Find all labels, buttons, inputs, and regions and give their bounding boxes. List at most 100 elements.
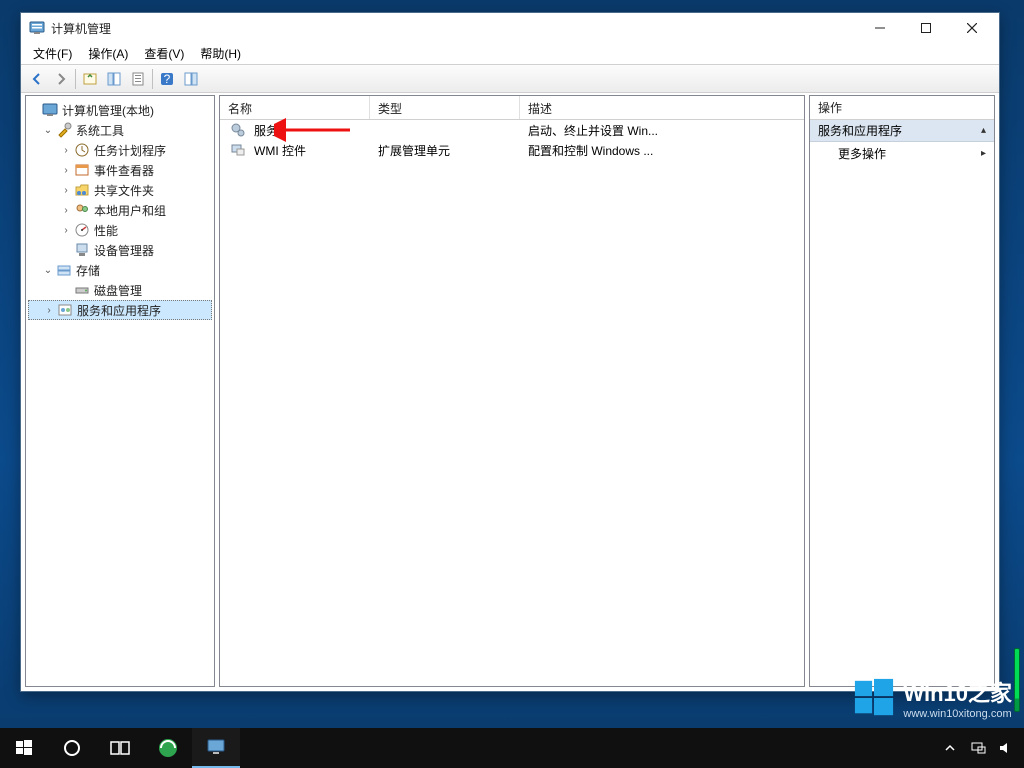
window-controls [857,13,995,43]
properties-button[interactable] [126,68,150,90]
volume-indicator [1014,648,1020,712]
tree-label: 服务和应用程序 [77,302,161,319]
list-item-wmi-control[interactable]: WMI 控件 扩展管理单元 配置和控制 Windows ... [220,140,804,160]
expand-icon[interactable]: › [60,185,72,196]
actions-item-label: 更多操作 [838,145,886,162]
tree-storage[interactable]: ⌄ 存储 [28,260,212,280]
toolbar-separator [75,69,76,89]
menu-view[interactable]: 查看(V) [136,43,192,64]
actions-pane-header: 操作 [810,96,994,120]
taskbar [0,728,1024,768]
show-hide-tree-button[interactable] [102,68,126,90]
event-viewer-icon [74,162,90,178]
expand-icon[interactable]: › [60,165,72,176]
tree-label: 任务计划程序 [94,142,166,159]
tree-system-tools[interactable]: ⌄ 系统工具 [28,120,212,140]
tree-disk-management[interactable]: 磁盘管理 [28,280,212,300]
details-list-pane: 名称 类型 描述 服务 启动、终止并设置 Win... WMI 控件 [219,95,805,687]
tree-label: 磁盘管理 [94,282,142,299]
toolbar: ? [21,65,999,93]
computer-management-icon [42,102,58,118]
up-button[interactable] [78,68,102,90]
tree-label: 本地用户和组 [94,202,166,219]
cell-text: 扩展管理单元 [370,142,520,159]
toolbar-separator [152,69,153,89]
column-header-type[interactable]: 类型 [370,96,520,119]
cell-text: WMI 控件 [254,142,306,159]
disk-icon [74,282,90,298]
task-view-button[interactable] [96,728,144,768]
collapse-icon[interactable]: ⌄ [42,265,54,276]
list-item-services[interactable]: 服务 启动、终止并设置 Win... [220,120,804,140]
tree-performance[interactable]: › 性能 [28,220,212,240]
window-body: 计算机管理(本地) ⌄ 系统工具 › 任务计划程序 › 事件查看器 [25,95,995,687]
tree-root[interactable]: 计算机管理(本地) [28,100,212,120]
collapse-icon[interactable]: ⌄ [42,125,54,136]
back-button[interactable] [25,68,49,90]
device-manager-icon [74,242,90,258]
svg-text:?: ? [164,72,171,86]
tree-local-users[interactable]: › 本地用户和组 [28,200,212,220]
titlebar: 计算机管理 [21,13,999,43]
watermark-title: Win10之家 [903,676,1012,708]
tray-network-icon[interactable] [966,728,990,768]
menubar: 文件(F) 操作(A) 查看(V) 帮助(H) [21,43,999,65]
computer-management-window: 计算机管理 文件(F) 操作(A) 查看(V) 帮助(H) ? [20,12,1000,692]
menu-help[interactable]: 帮助(H) [192,43,249,64]
users-icon [74,202,90,218]
tray-overflow-button[interactable] [938,728,962,768]
expand-icon[interactable]: › [60,225,72,236]
menu-file[interactable]: 文件(F) [25,43,80,64]
start-button[interactable] [0,728,48,768]
watermark-url: www.win10xitong.com [903,708,1012,720]
tree-label: 事件查看器 [94,162,154,179]
column-header-description[interactable]: 描述 [520,96,804,119]
tree-label: 共享文件夹 [94,182,154,199]
clock-icon [74,142,90,158]
maximize-button[interactable] [903,13,949,43]
tree-shared-folders[interactable]: › 共享文件夹 [28,180,212,200]
expand-icon[interactable]: › [60,205,72,216]
cell-text: 配置和控制 Windows ... [520,142,804,159]
forward-button[interactable] [49,68,73,90]
minimize-button[interactable] [857,13,903,43]
navigation-tree[interactable]: 计算机管理(本地) ⌄ 系统工具 › 任务计划程序 › 事件查看器 [26,96,214,324]
windows-logo-icon [853,677,895,719]
actions-group-label: 服务和应用程序 [818,122,902,139]
cell-text: 启动、终止并设置 Win... [520,122,804,139]
system-tray [932,728,1024,768]
column-header-name[interactable]: 名称 [220,96,370,119]
tree-label: 系统工具 [76,122,124,139]
app-icon [29,20,45,36]
cell-text: 服务 [254,122,278,139]
help-button[interactable]: ? [155,68,179,90]
tray-volume-icon[interactable] [994,728,1018,768]
taskbar-app-edge[interactable] [144,728,192,768]
menu-action[interactable]: 操作(A) [80,43,136,64]
tree-label: 存储 [76,262,100,279]
show-hide-action-pane-button[interactable] [179,68,203,90]
navigation-tree-pane: 计算机管理(本地) ⌄ 系统工具 › 任务计划程序 › 事件查看器 [25,95,215,687]
chevron-up-icon: ▴ [981,125,986,136]
performance-icon [74,222,90,238]
list-body[interactable]: 服务 启动、终止并设置 Win... WMI 控件 扩展管理单元 配置和控制 W… [220,120,804,686]
tree-task-scheduler[interactable]: › 任务计划程序 [28,140,212,160]
tools-icon [56,122,72,138]
tree-services-and-apps[interactable]: › 服务和应用程序 [28,300,212,320]
close-button[interactable] [949,13,995,43]
cortana-search-button[interactable] [48,728,96,768]
tree-label: 计算机管理(本地) [62,102,154,119]
taskbar-app-computer-management[interactable] [192,728,240,768]
window-title: 计算机管理 [51,20,857,37]
actions-pane: 操作 服务和应用程序 ▴ 更多操作 ▸ [809,95,995,687]
expand-icon[interactable]: › [60,145,72,156]
tree-event-viewer[interactable]: › 事件查看器 [28,160,212,180]
submenu-arrow-icon: ▸ [981,148,986,159]
tree-device-manager[interactable]: 设备管理器 [28,240,212,260]
expand-icon[interactable]: › [43,305,55,316]
actions-item-more[interactable]: 更多操作 ▸ [810,142,994,164]
actions-group-services-and-apps[interactable]: 服务和应用程序 ▴ [810,120,994,142]
wmi-icon [230,142,246,158]
storage-icon [56,262,72,278]
shared-folder-icon [74,182,90,198]
